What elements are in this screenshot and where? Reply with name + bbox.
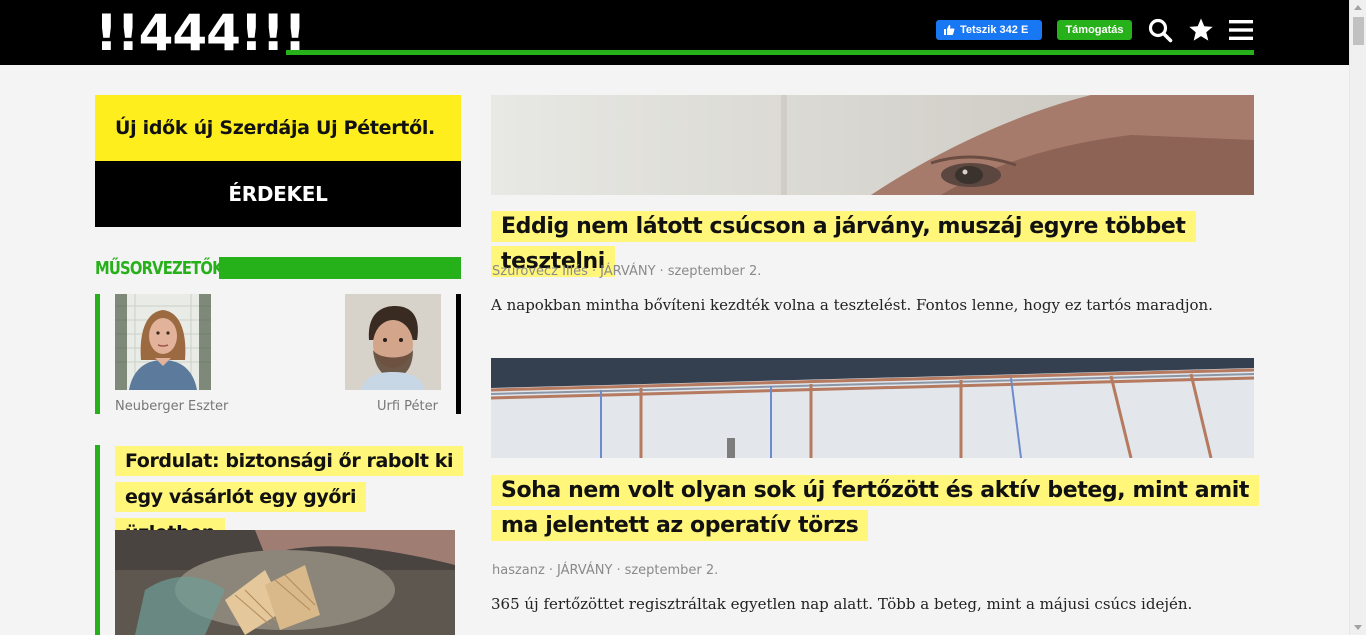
article-headline-text[interactable]: Soha nem volt olyan sok új fertőzött és … <box>491 475 1259 541</box>
host-name[interactable]: Urfi Péter <box>377 398 438 416</box>
host-avatar[interactable] <box>115 294 211 390</box>
scroll-down-arrow-icon[interactable] <box>1354 625 1362 630</box>
article-image[interactable] <box>491 95 1254 195</box>
article-lead[interactable]: A napokban mintha bővíteni kezdték volna… <box>491 294 1254 316</box>
article-section[interactable]: JÁRVÁNY <box>557 563 612 578</box>
article-date: szeptember 2. <box>624 563 719 578</box>
host-card-urfi[interactable] <box>345 294 441 390</box>
hosts-section-bar <box>219 257 461 279</box>
meta-separator: · <box>659 264 664 279</box>
meta-separator: · <box>548 563 553 578</box>
article-section[interactable]: JÁRVÁNY <box>600 264 655 279</box>
facebook-like-button[interactable]: Tetszik 342 E <box>936 20 1042 40</box>
promo-interest-button[interactable]: ÉRDEKEL <box>95 161 461 227</box>
host-name[interactable]: Neuberger Eszter <box>115 398 228 416</box>
article-lead[interactable]: 365 új fertőzöttet regisztráltak egyetle… <box>491 593 1254 615</box>
host-card-neuberger[interactable] <box>115 294 211 390</box>
side-article-border <box>95 445 100 635</box>
article-meta: Szurovecz Illés · JÁRVÁNY · szeptember 2. <box>492 263 761 281</box>
support-button[interactable]: Támogatás <box>1057 20 1132 40</box>
menu-icon[interactable] <box>1228 17 1254 43</box>
article-date: szeptember 2. <box>667 264 762 279</box>
thumbs-up-icon <box>944 25 955 35</box>
host-avatar[interactable] <box>345 294 441 390</box>
side-article-image[interactable] <box>115 530 455 635</box>
article-meta: haszanz · JÁRVÁNY · szeptember 2. <box>492 562 718 580</box>
top-navigation-bar: !!444!!! Tetszik 342 E Támogatás <box>0 0 1349 65</box>
hosts-left-border <box>95 294 100 414</box>
scrollbar-thumb[interactable] <box>1353 17 1364 45</box>
facebook-like-label: Tetszik 342 E <box>960 24 1029 36</box>
meta-separator: · <box>616 563 621 578</box>
promo-title[interactable]: Új idők új Szerdája Uj Pétertől. <box>95 95 461 161</box>
article-author[interactable]: haszanz <box>492 563 545 578</box>
hosts-section-title: MŰSORVEZETŐK <box>95 258 224 279</box>
article-image[interactable] <box>491 358 1254 458</box>
article-author[interactable]: Szurovecz Illés <box>492 264 588 279</box>
header-green-line <box>286 50 1254 55</box>
scroll-up-arrow-icon[interactable] <box>1354 5 1362 10</box>
search-icon[interactable] <box>1147 17 1173 43</box>
meta-separator: · <box>591 264 597 279</box>
hosts-right-border <box>456 294 461 414</box>
article-headline[interactable]: Soha nem volt olyan sok új fertőzött és … <box>491 473 1259 543</box>
vertical-scrollbar[interactable] <box>1349 0 1366 635</box>
site-logo[interactable]: !!444!!! <box>95 8 306 58</box>
star-icon[interactable] <box>1188 17 1214 43</box>
